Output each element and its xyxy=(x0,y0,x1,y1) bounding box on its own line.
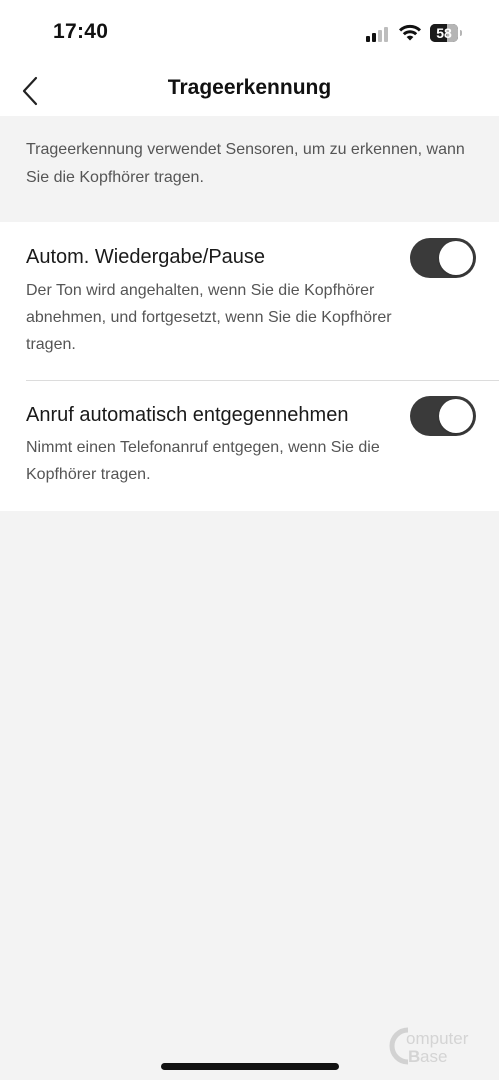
setting-title: Autom. Wiedergabe/Pause xyxy=(26,246,266,268)
toggle-knob xyxy=(439,399,473,433)
page-title: Trageerkennung xyxy=(167,76,332,99)
setting-title: Anruf automatisch entgegennehmen xyxy=(26,404,349,426)
signal-bar xyxy=(372,33,376,42)
signal-bar xyxy=(378,30,382,42)
setting-description: Nimmt einen Telefonanruf entgegen, wenn … xyxy=(26,439,380,483)
auto-play-pause-toggle[interactable] xyxy=(410,238,476,278)
svg-text:ase: ase xyxy=(420,1047,447,1066)
home-indicator[interactable] xyxy=(161,1063,339,1070)
chevron-left-icon xyxy=(22,76,38,106)
setting-row-auto-play-pause: Autom. Wiedergabe/Pause Der Ton wird ang… xyxy=(0,222,499,380)
status-bar: 17:40 58 xyxy=(0,0,499,64)
signal-bar xyxy=(384,27,388,42)
svg-text:B: B xyxy=(408,1047,420,1066)
settings-list: Autom. Wiedergabe/Pause Der Ton wird ang… xyxy=(0,222,499,511)
battery-body: 58 xyxy=(430,24,458,42)
status-time: 17:40 xyxy=(53,20,109,43)
battery-level: 58 xyxy=(436,25,452,41)
svg-text:omputer: omputer xyxy=(406,1029,469,1048)
info-section: Trageerkennung verwendet Sensoren, um zu… xyxy=(0,116,499,222)
watermark-logo: omputer ase B xyxy=(389,1027,469,1066)
battery-icon: 58 xyxy=(430,24,462,42)
setting-description: Der Ton wird angehalten, wenn Sie die Ko… xyxy=(26,282,392,353)
nav-bar: Trageerkennung xyxy=(0,64,499,116)
signal-icon xyxy=(366,26,390,42)
signal-bar xyxy=(366,36,370,42)
setting-row-auto-answer-call: Anruf automatisch entgegennehmen Nimmt e… xyxy=(0,380,499,511)
info-description: Trageerkennung verwendet Sensoren, um zu… xyxy=(26,141,465,186)
wifi-icon xyxy=(399,24,421,41)
toggle-knob xyxy=(439,241,473,275)
auto-answer-call-toggle[interactable] xyxy=(410,396,476,436)
back-button[interactable] xyxy=(14,70,50,108)
battery-cap xyxy=(460,30,462,36)
